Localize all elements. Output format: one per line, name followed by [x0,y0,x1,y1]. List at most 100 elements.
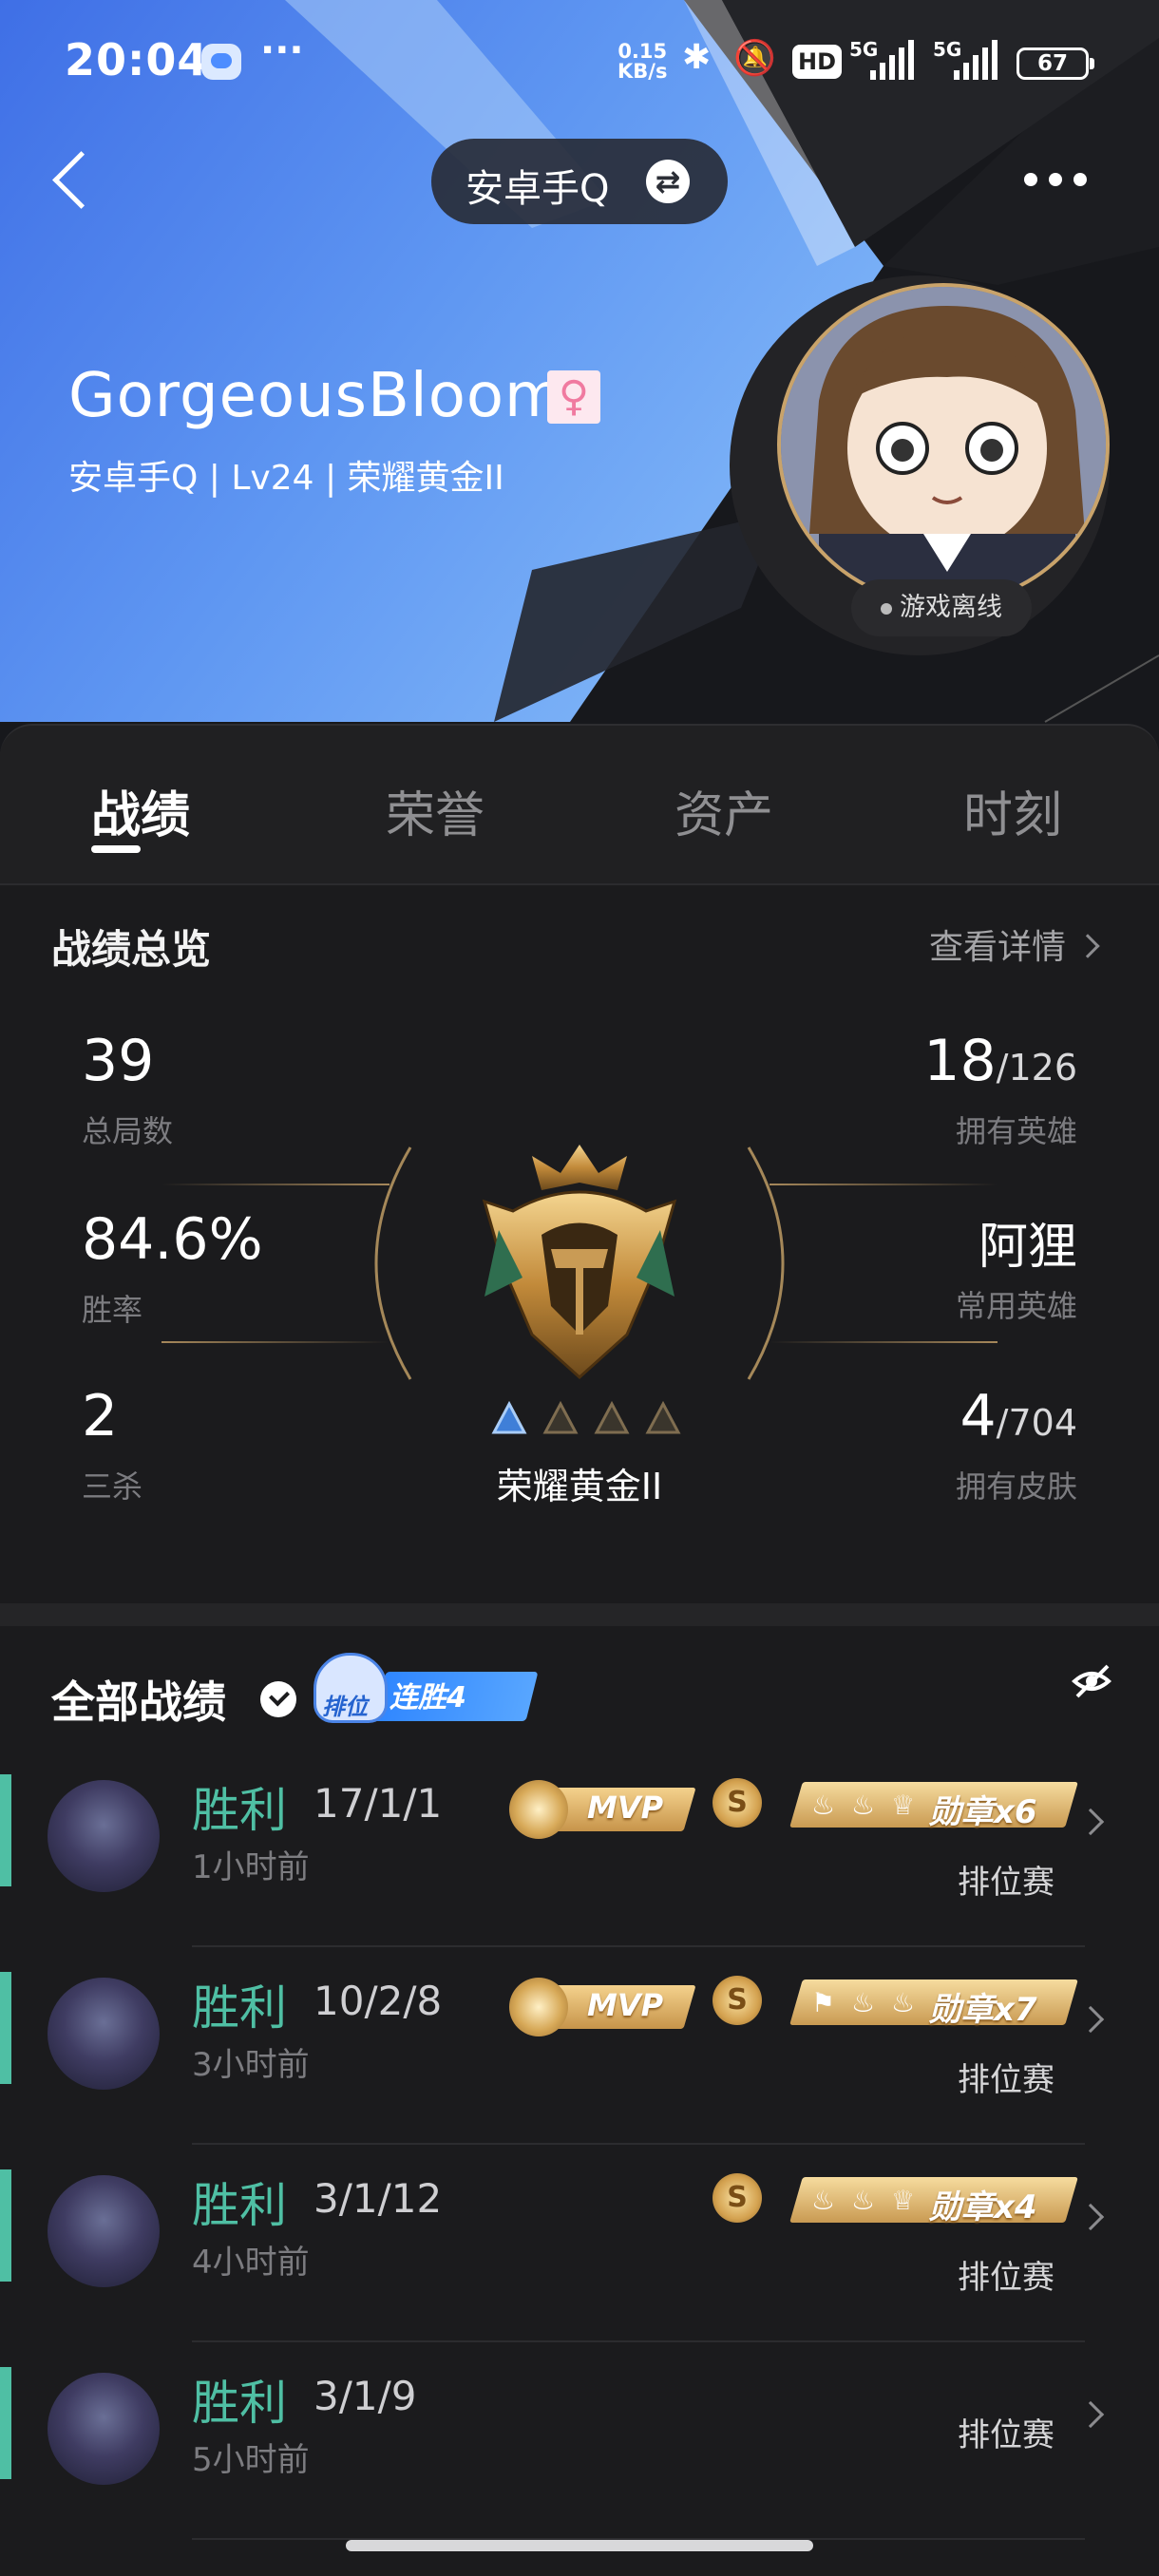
s-coin-icon: S [712,1976,762,2025]
total-games-label: 总局数 [82,1113,174,1149]
overview-title: 战绩总览 [51,926,212,973]
skins-total: /704 [996,1402,1077,1444]
match-mode: 排位赛 [958,2259,1054,2297]
win-indicator [0,1972,11,2084]
net-speed-unit: KB/s [618,60,668,83]
match-row[interactable]: 胜利 17/1/1 1小时前 MVP S ♨ ♨ ♕ 勋章x6 排位赛 [0,1750,1159,1947]
total-games-value: 39 [82,1028,155,1094]
heroes-total: /126 [996,1047,1077,1089]
chevron-right-icon [1076,2400,1105,2429]
match-kda: 17/1/1 [314,1780,443,1827]
medal-badge: ♨ ♨ ♕ 勋章x6 [789,1782,1081,1831]
active-tab-indicator [91,845,141,853]
mvp-text: MVP [587,1790,664,1826]
chevron-right-icon [1075,934,1100,958]
medal-text: 勋章x6 [929,1793,1037,1831]
signal-icon-1: 5G [849,38,916,80]
tab-record[interactable]: 战绩 [91,775,190,846]
penguin-mascot-icon: 排位 [314,1653,388,1723]
win-indicator [0,1774,11,1886]
skins-owned-label: 拥有皮肤 [955,1468,1077,1505]
match-row[interactable]: 胜利 10/2/8 3小时前 MVP S ⚑ ♨ ♨ 勋章x7 排位赛 [0,1947,1159,2145]
status-bar: 20:04 ··· 0.15 KB/s ✱ 🔕 HD 5G 5G 67 [0,0,1159,123]
s-coin-icon: S [712,2173,762,2223]
online-status-badge: 游戏离线 [851,579,1032,636]
chevron-right-icon [1076,2005,1105,2034]
avatar-image [781,287,1106,602]
view-details-label: 查看详情 [929,928,1067,967]
dropdown-check-icon[interactable] [260,1681,296,1717]
gold-rank-emblem-icon [482,1145,677,1380]
player-name: GorgeousBloom [68,361,565,431]
mvp-lightning-icon [509,1978,568,2036]
back-button[interactable] [46,142,103,218]
heroes-owned-value: 18/126 [760,1028,1077,1094]
hero-avatar [48,1780,160,1892]
win-indicator [0,2367,11,2479]
match-kda: 10/2/8 [314,1978,443,2024]
app-notification-icon [201,44,241,80]
match-result: 胜利 [192,1980,287,2036]
win-streak-badge: 连胜4 排位 [314,1636,539,1723]
account-switcher[interactable]: 安卓手Q ⇄ [431,139,728,224]
section-separator [0,1603,1159,1626]
tab-bar: 战绩 荣誉 资产 时刻 [0,724,1159,883]
online-status-text: 游戏离线 [900,593,1002,622]
medal-text: 勋章x4 [929,2188,1037,2226]
medal-badge: ⚑ ♨ ♨ 勋章x7 [789,1979,1081,2029]
hide-eye-icon[interactable] [1072,1662,1112,1700]
triple-kills-label: 三杀 [82,1468,143,1505]
mvp-badge: MVP [509,1974,696,2036]
match-result: 胜利 [192,2178,287,2233]
match-result: 胜利 [192,2376,287,2431]
hd-voice-icon: HD [792,45,842,79]
rank-name: 荣耀黄金II [496,1466,663,1507]
swap-icon: ⇄ [646,160,690,203]
match-time: 4小时前 [192,2244,310,2282]
female-icon: ♀ [547,370,600,424]
all-matches-title[interactable]: 全部战绩 [51,1668,226,1731]
win-rate-label: 胜率 [82,1292,143,1328]
medal-text: 勋章x7 [929,1991,1037,2029]
bluetooth-icon: ✱ [682,38,712,77]
divider [0,883,1159,885]
mvp-lightning-icon [509,1780,568,1839]
tab-assets[interactable]: 资产 [674,775,773,846]
chevron-right-icon [1076,2203,1105,2231]
battery-icon: 67 [1016,47,1094,80]
win-indicator [0,2169,11,2282]
view-details-link[interactable]: 查看详情 [929,919,1100,969]
win-streak-text: 连胜4 [390,1681,466,1714]
match-mode: 排位赛 [958,2416,1054,2454]
match-row[interactable]: 胜利 3/1/9 5小时前 排位赛 [0,2342,1159,2540]
heroes-owned-count: 18 [923,1028,997,1094]
hero-avatar [48,1978,160,2090]
match-time: 1小时前 [192,1848,310,1886]
match-row[interactable]: 胜利 3/1/12 4小时前 S ♨ ♨ ♕ 勋章x4 排位赛 [0,2145,1159,2342]
tab-honor[interactable]: 荣誉 [386,775,484,846]
rank-stars [491,1400,681,1434]
match-time: 3小时前 [192,2046,310,2084]
signal-1-label: 5G [849,38,879,61]
chevron-right-icon [1076,1808,1105,1836]
hero-avatar [48,2373,160,2485]
player-subtitle: 安卓手Q | Lv24 | 荣耀黄金II [68,459,504,498]
more-notifications-icon: ··· [260,28,304,72]
network-speed: 0.15 KB/s [618,42,667,82]
match-time: 5小时前 [192,2441,310,2479]
net-speed-value: 0.15 [618,40,668,63]
more-options-button[interactable] [1018,160,1094,198]
home-indicator[interactable] [346,2540,813,2551]
mvp-badge: MVP [509,1776,696,1839]
signal-icon-2: 5G [933,38,999,80]
account-label: 安卓手Q [466,167,610,211]
hero-avatar [48,2175,160,2287]
avatar[interactable] [777,283,1110,606]
mute-icon: 🔕 [733,39,776,78]
match-mode: 排位赛 [958,2061,1054,2099]
medal-badge: ♨ ♨ ♕ 勋章x4 [789,2177,1081,2226]
tab-moments[interactable]: 时刻 [963,775,1062,846]
match-kda: 3/1/9 [314,2373,417,2419]
triple-kills-value: 2 [82,1383,119,1449]
s-coin-icon: S [712,1778,762,1828]
